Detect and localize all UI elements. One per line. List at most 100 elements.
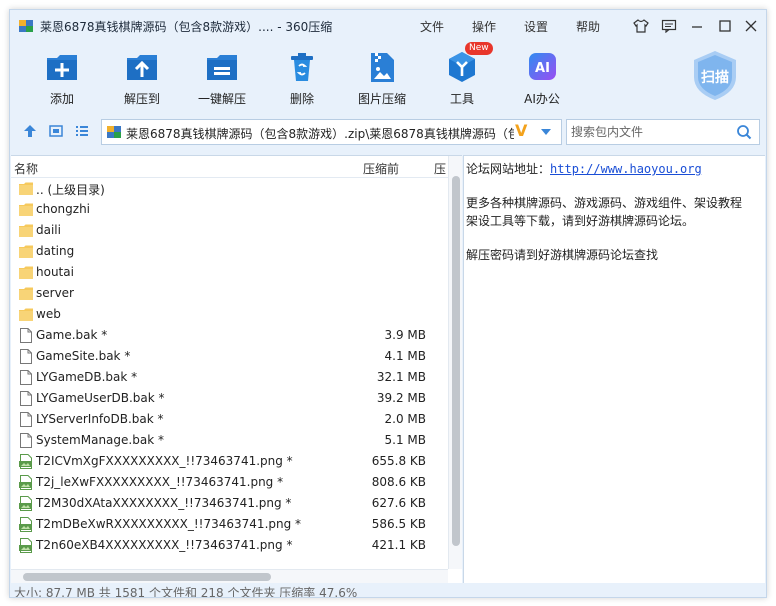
folder-icon xyxy=(18,243,34,260)
extract-to-button[interactable]: 解压到 xyxy=(107,50,177,108)
close-button[interactable] xyxy=(742,17,760,35)
file-size: 39.2 MB xyxy=(376,391,426,405)
svg-text:AI: AI xyxy=(535,61,550,76)
comment-line-4: 解压密码请到好游棋牌源码论坛查找 xyxy=(466,248,659,262)
file-name: SystemManage.bak * xyxy=(36,433,164,447)
list-item[interactable]: T2mDBeXwRXXXXXXXXX_!!73463741.png * 586.5… xyxy=(11,514,448,535)
maximize-icon xyxy=(719,20,731,32)
one-click-extract-icon xyxy=(207,55,237,80)
search-input[interactable] xyxy=(571,123,731,141)
file-name: chongzhi xyxy=(36,202,91,216)
list-item[interactable]: daili xyxy=(11,220,448,241)
menu-file[interactable]: 文件 xyxy=(420,18,444,35)
path-text: 莱恩6878真钱棋牌源码（包含8款游戏）.zip\莱恩6878真钱棋牌源码（包 xyxy=(126,127,514,141)
thumbnail-view-icon[interactable] xyxy=(48,123,64,139)
archive-icon xyxy=(107,126,121,138)
list-item[interactable]: T2n60eXB4XXXXXXXXX_!!73463741.png * 421.1… xyxy=(11,535,448,555)
vertical-scrollbar[interactable] xyxy=(448,156,462,569)
file-list: 名称 压缩前 压 .. (上级目录) chongzhi daili dating hou… xyxy=(11,155,462,583)
file-name: LYGameDB.bak * xyxy=(36,370,138,384)
list-header: 名称 压缩前 压 xyxy=(11,156,448,178)
add-icon xyxy=(47,55,77,80)
list-item[interactable]: Game.bak * 3.9 MB xyxy=(11,325,448,346)
minimize-icon xyxy=(692,26,702,28)
file-icon xyxy=(18,411,34,428)
file-name: dating xyxy=(36,244,75,258)
menu-operate[interactable]: 操作 xyxy=(472,18,496,35)
folder-icon xyxy=(18,222,34,239)
file-name: LYGameUserDB.bak * xyxy=(36,391,165,405)
site-link[interactable]: http://www.haoyou.org xyxy=(550,162,702,176)
image-file-icon xyxy=(18,516,34,533)
file-name: T2M30dXAtaXXXXXXXX_!!73463741.png * xyxy=(36,496,292,510)
list-item[interactable]: houtai xyxy=(11,262,448,283)
list-item[interactable]: T2j_leXwFXXXXXXXXX_!!73463741.png * 808.6… xyxy=(11,472,448,493)
file-name: LYServerInfoDB.bak * xyxy=(36,412,164,426)
column-size[interactable]: 压缩前 xyxy=(363,160,399,177)
column-packed[interactable]: 压 xyxy=(434,160,446,177)
horizontal-scroll-thumb[interactable] xyxy=(23,573,271,581)
file-icon xyxy=(18,432,34,449)
comment-line-2: 更多各种棋牌源码、游戏源码、游戏组件、架设教程 xyxy=(466,196,743,210)
file-name: web xyxy=(36,307,61,321)
ai-office-button[interactable]: AI AI办公 xyxy=(507,50,577,108)
folder-icon xyxy=(18,285,34,302)
skin-button[interactable] xyxy=(632,17,650,35)
list-item[interactable]: LYGameUserDB.bak * 39.2 MB xyxy=(11,388,448,409)
scan-button[interactable]: 扫描 xyxy=(687,47,743,103)
app-window: 莱恩6878真钱棋牌源码（包含8款游戏）.... - 360压缩 文件 操作 设… xyxy=(9,9,767,598)
horizontal-scrollbar[interactable] xyxy=(11,569,448,583)
menu-help[interactable]: 帮助 xyxy=(576,18,600,35)
file-name: T2mDBeXwRXXXXXXXXX_!!73463741.png * xyxy=(36,517,302,531)
up-arrow-icon[interactable] xyxy=(22,123,38,139)
list-item[interactable]: server xyxy=(11,283,448,304)
menu-settings[interactable]: 设置 xyxy=(524,18,548,35)
image-compress-label: 图片压缩 xyxy=(357,92,406,106)
vertical-scroll-thumb[interactable] xyxy=(452,176,460,546)
list-item[interactable]: dating xyxy=(11,241,448,262)
image-file-icon xyxy=(18,537,34,554)
new-badge: New xyxy=(465,42,493,55)
list-item[interactable]: LYGameDB.bak * 32.1 MB xyxy=(11,367,448,388)
path-bar[interactable]: 莱恩6878真钱棋牌源码（包含8款游戏）.zip\莱恩6878真钱棋牌源码（包 … xyxy=(101,119,562,145)
folder-icon xyxy=(18,180,34,197)
file-size: 5.1 MB xyxy=(384,433,426,447)
tools-button[interactable]: 工具 xyxy=(427,50,497,108)
list-item[interactable]: chongzhi xyxy=(11,199,448,220)
image-compress-button[interactable]: 图片压缩 xyxy=(347,50,417,108)
delete-button[interactable]: 删除 xyxy=(267,50,337,108)
ai-office-label: AI办公 xyxy=(524,92,560,106)
file-size: 2.0 MB xyxy=(384,412,426,426)
ai-office-icon: AI xyxy=(529,53,556,80)
list-item[interactable]: SystemManage.bak * 5.1 MB xyxy=(11,430,448,451)
list-item[interactable]: LYServerInfoDB.bak * 2.0 MB xyxy=(11,409,448,430)
file-size: 655.8 KB xyxy=(371,454,426,468)
file-name: T2n60eXB4XXXXXXXXX_!!73463741.png * xyxy=(36,538,293,552)
chevron-down-icon[interactable] xyxy=(539,125,553,139)
search-icon[interactable] xyxy=(736,124,752,140)
column-name[interactable]: 名称 xyxy=(14,160,38,177)
add-label: 添加 xyxy=(49,92,74,106)
list-item[interactable]: GameSite.bak * 4.1 MB xyxy=(11,346,448,367)
minimize-button[interactable] xyxy=(688,17,706,35)
list-item[interactable]: web xyxy=(11,304,448,325)
maximize-button[interactable] xyxy=(716,17,734,35)
file-icon xyxy=(18,369,34,386)
list-view-icon[interactable] xyxy=(74,123,90,139)
extract-to-icon xyxy=(127,55,157,80)
file-icon xyxy=(18,348,34,365)
list-item[interactable]: .. (上级目录) xyxy=(11,178,448,199)
image-file-icon xyxy=(18,495,34,512)
feedback-button[interactable] xyxy=(660,17,678,35)
file-name: Game.bak * xyxy=(36,328,108,342)
list-item[interactable]: T2M30dXAtaXXXXXXXX_!!73463741.png * 627.6… xyxy=(11,493,448,514)
file-size: 3.9 MB xyxy=(384,328,426,342)
shirt-icon xyxy=(633,19,649,33)
add-button[interactable]: 添加 xyxy=(27,50,97,108)
file-size: 421.1 KB xyxy=(371,538,426,552)
list-item[interactable]: T2ICVmXgFXXXXXXXXX_!!73463741.png * 655.8… xyxy=(11,451,448,472)
one-click-extract-button[interactable]: 一键解压 xyxy=(187,50,257,108)
check-mark-icon: V xyxy=(515,121,528,140)
folder-icon xyxy=(18,306,34,323)
extract-to-label: 解压到 xyxy=(123,92,160,106)
